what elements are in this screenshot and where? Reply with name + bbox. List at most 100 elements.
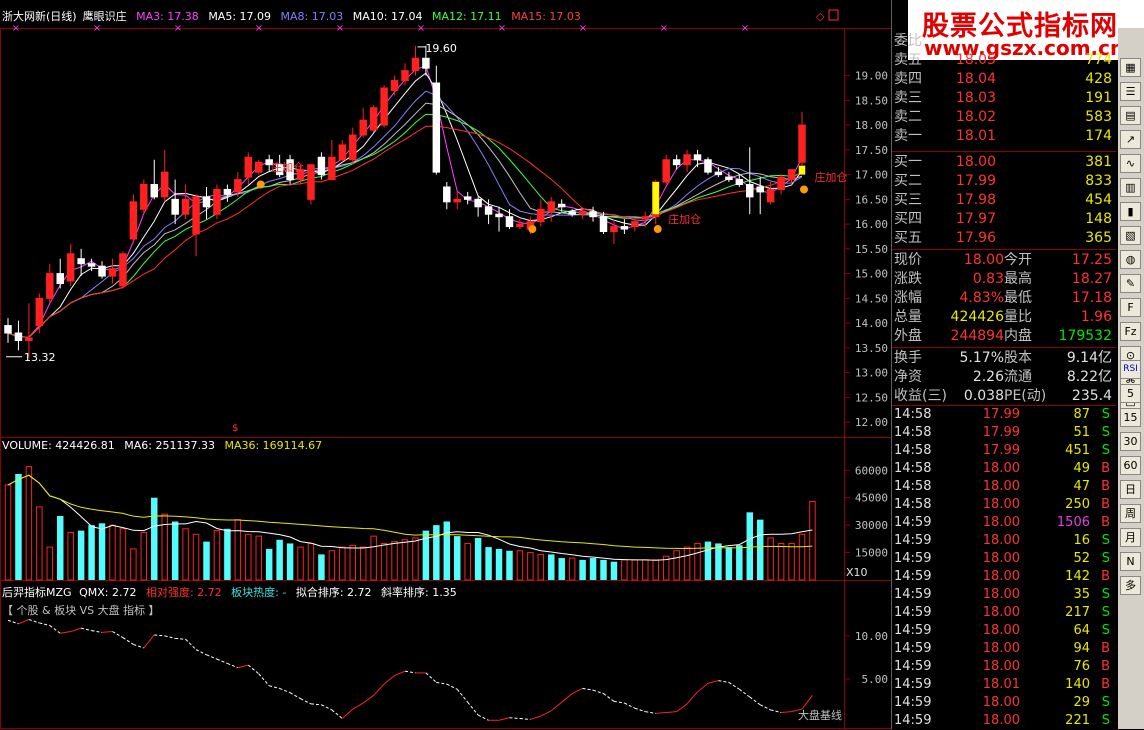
- volume-bar: [276, 539, 283, 580]
- top-marker: ×: [12, 23, 20, 34]
- sidebar-rsi-button[interactable]: RSI: [1120, 360, 1141, 379]
- fundamental-label: 换手: [894, 350, 922, 366]
- indicator-segment: [519, 718, 531, 720]
- sell-level-4: 卖四 18.04 428: [892, 70, 1116, 89]
- candle-body: [735, 179, 744, 186]
- indicator-segment: [781, 711, 792, 714]
- signal-dot: [256, 180, 265, 189]
- sidebar-week-button[interactable]: 周: [1120, 504, 1141, 523]
- quote-label: 内盘: [1004, 328, 1032, 344]
- indicator-segment: [394, 670, 406, 676]
- indicator-segment: [269, 685, 280, 689]
- price-tick-label: 15.50: [855, 243, 888, 256]
- level-label: 卖一: [894, 128, 922, 144]
- bubble-icon[interactable]: ◍: [1120, 250, 1141, 269]
- trade-time: 14:59: [894, 569, 932, 584]
- sidebar-5-button[interactable]: 5: [1120, 384, 1141, 403]
- ma12-label: MA12: 17.11: [431, 10, 502, 23]
- trade-volume: 221: [1065, 713, 1090, 728]
- indicator-segment: [739, 688, 751, 698]
- quote-divider: [892, 249, 1116, 250]
- sidebar-30-button[interactable]: 30: [1120, 432, 1141, 451]
- trade-side: S: [1101, 623, 1110, 638]
- volume-bar: [401, 539, 409, 581]
- trade-time: 14:59: [894, 695, 932, 710]
- volume-bar: [119, 528, 127, 581]
- indicator-segment: [425, 672, 437, 683]
- indicator-segment: [247, 664, 260, 675]
- trade-price: 18.00: [982, 659, 1020, 674]
- top-marker: ×: [741, 23, 749, 34]
- candle-body: [401, 70, 409, 82]
- indicator-segment: [373, 683, 385, 696]
- quote-value: 424426: [950, 309, 1004, 325]
- corner-label: X10: [846, 566, 868, 579]
- fundamental-label: 净资: [894, 369, 922, 385]
- indicator-segment: [697, 682, 709, 693]
- ma15-label: MA15: 17.03: [511, 10, 581, 23]
- sidebar-n-button[interactable]: N: [1120, 552, 1141, 571]
- indicator-tick-label: 10.00: [855, 630, 888, 643]
- candle-body: [56, 273, 64, 285]
- volume-bar: [589, 558, 597, 580]
- stock-chart[interactable]: 19.00 18.50 18.00 17.50 17.00 16.50 16.00 15.50…: [0, 0, 892, 729]
- sidebar-more-button[interactable]: 多: [1120, 576, 1141, 595]
- quote-value: 179532: [1058, 328, 1112, 344]
- level-price: 18.03: [955, 90, 996, 106]
- sheet-icon[interactable]: ▧: [1120, 226, 1141, 245]
- list-icon[interactable]: ☰: [1120, 82, 1141, 101]
- sidebar-month-button[interactable]: 月: [1120, 528, 1141, 547]
- sidebar-60-button[interactable]: 60: [1120, 456, 1141, 475]
- volume-bar: [798, 533, 806, 581]
- candle-body: [641, 216, 650, 220]
- trade-volume: 29: [1073, 695, 1090, 710]
- table-icon[interactable]: ▤: [1120, 106, 1141, 125]
- quote-value: 0.83: [972, 271, 1004, 287]
- bar-icon[interactable]: ▥: [1120, 178, 1141, 197]
- indicator-slope: 斜率排序: 1.35: [381, 586, 457, 599]
- line-icon[interactable]: ∿: [1120, 154, 1141, 173]
- candle-body: [599, 216, 608, 233]
- volume-bar: [527, 552, 534, 581]
- sidebar-day-button[interactable]: 日: [1120, 480, 1141, 499]
- candle-icon[interactable]: ▮: [1120, 202, 1141, 221]
- volume-bar: [610, 561, 618, 580]
- sidebar-15-button[interactable]: 15: [1120, 408, 1141, 427]
- indicator-segment: [498, 717, 510, 721]
- quote-value: 17.18: [1071, 290, 1112, 306]
- indicator-segment: [133, 643, 144, 649]
- quote-label: 现价: [894, 252, 922, 268]
- indicator-segment: [300, 698, 312, 705]
- candle-body: [46, 273, 54, 299]
- trade-volume: 51: [1073, 425, 1090, 440]
- trade-volume: 217: [1065, 605, 1090, 620]
- candle-body: [317, 156, 326, 176]
- grid-icon[interactable]: ▦: [1120, 58, 1141, 77]
- chart-icon[interactable]: ↗: [1120, 130, 1141, 149]
- quote-label: 涨跌: [894, 271, 922, 287]
- candle-body: [98, 265, 106, 277]
- candle-body: [359, 119, 367, 136]
- candle-body: [171, 198, 179, 215]
- level-label: 买一: [894, 154, 922, 170]
- price-tick-label: 18.00: [855, 119, 888, 132]
- trade-side: S: [1101, 533, 1110, 548]
- candle-body: [307, 164, 315, 200]
- volume-bar: [464, 542, 471, 581]
- buy-level-5: 买五 17.96 365: [892, 229, 1116, 248]
- trade-price: 18.00: [982, 605, 1020, 620]
- trade-time: 14:59: [894, 533, 932, 548]
- fiz-icon[interactable]: Fz: [1120, 322, 1141, 341]
- price-tick-label: 17.00: [855, 169, 888, 182]
- candle-body: [547, 201, 556, 213]
- indicator-segment: [154, 634, 165, 637]
- orderbook-header-label: 委比: [894, 33, 922, 49]
- volume-bar: [600, 559, 607, 580]
- note-icon[interactable]: ✎: [1120, 274, 1141, 293]
- f10-icon[interactable]: F: [1120, 298, 1141, 317]
- trade-price: 17.99: [982, 443, 1020, 458]
- trade-price: 18.00: [982, 515, 1020, 530]
- candle-body: [411, 57, 420, 72]
- indicator-segment: [91, 630, 103, 633]
- quote-label: 涨幅: [894, 290, 922, 306]
